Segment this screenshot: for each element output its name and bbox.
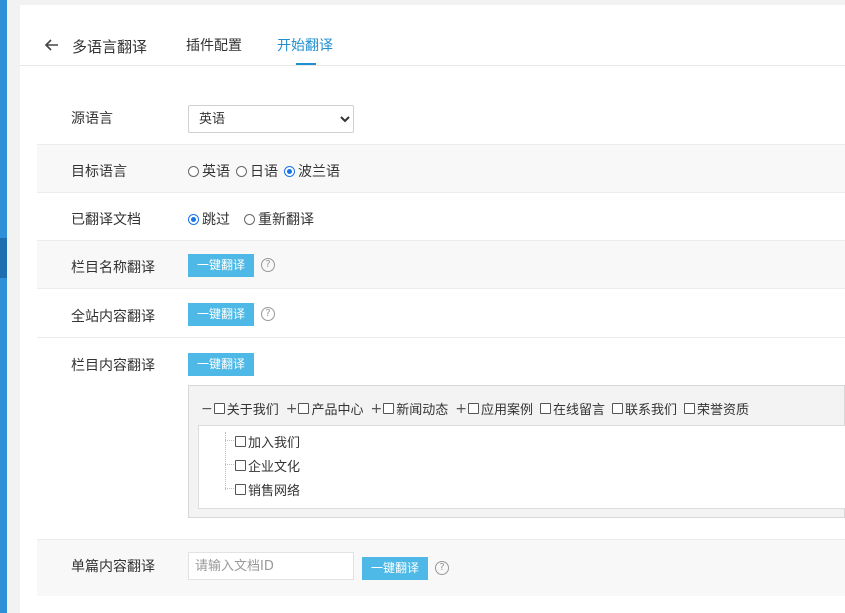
column-content-translate-button[interactable]: 一键翻译	[188, 353, 255, 376]
radio-polish-label: 波兰语	[298, 164, 340, 180]
tree-child-label: 销售网络	[248, 484, 301, 499]
tree-checkbox[interactable]	[383, 403, 395, 414]
row-source-language: 源语言 英语	[37, 97, 845, 144]
tree-node-about[interactable]: − 关于我们	[201, 399, 279, 419]
column-name-translate-button[interactable]: 一键翻译	[188, 254, 255, 277]
tree-child-sales[interactable]: 销售网络	[235, 480, 300, 499]
translated-option-skip[interactable]: 跳过	[188, 209, 230, 229]
row-site-content: 全站内容翻译 一键翻译 ?	[37, 288, 845, 338]
plus-icon[interactable]: +	[371, 401, 383, 417]
tree-node-label: 在线留言	[553, 403, 606, 418]
radio-japanese-label: 日语	[250, 164, 278, 180]
tree-checkbox[interactable]	[235, 460, 246, 471]
tree-child-join-us[interactable]: 加入我们	[235, 432, 300, 451]
tree-child-culture[interactable]: 企业文化	[235, 456, 300, 475]
radio-skip-label: 跳过	[202, 212, 230, 228]
source-language-label: 源语言	[71, 111, 113, 127]
radio-polish[interactable]	[284, 165, 295, 177]
tree-top-level: − 关于我们 + 产品中心 + 新闻动态 + 应用案例 在线留言 联系我们 荣誉…	[201, 399, 756, 419]
radio-japanese[interactable]	[236, 165, 247, 177]
translated-option-retranslate[interactable]: 重新翻译	[244, 209, 314, 229]
tree-node-label: 产品中心	[311, 403, 364, 418]
question-circle-icon[interactable]: ?	[261, 258, 275, 272]
target-option-polish[interactable]: 波兰语	[284, 161, 340, 181]
tree-node-honors[interactable]: 荣誉资质	[684, 399, 749, 418]
app-sidebar-strip	[0, 0, 7, 613]
radio-retranslate[interactable]	[244, 213, 255, 225]
target-option-english[interactable]: 英语	[188, 161, 230, 181]
column-tree: − 关于我们 + 产品中心 + 新闻动态 + 应用案例 在线留言 联系我们 荣誉…	[188, 385, 845, 518]
radio-english-label: 英语	[202, 164, 230, 180]
tree-node-label: 荣誉资质	[697, 403, 750, 418]
tree-child-label: 加入我们	[248, 436, 301, 451]
tree-connector	[225, 488, 234, 489]
tree-node-label: 新闻动态	[396, 403, 449, 418]
single-content-label: 单篇内容翻译	[71, 559, 155, 575]
single-content-translate-button[interactable]: 一键翻译	[362, 557, 429, 580]
row-column-name: 栏目名称翻译 一键翻译 ?	[37, 240, 845, 289]
document-id-input[interactable]	[188, 552, 354, 580]
row-column-content: 栏目内容翻译 一键翻译 − 关于我们 + 产品中心 + 新闻动态 + 应用案例 …	[37, 337, 845, 540]
tree-node-news[interactable]: + 新闻动态	[371, 399, 449, 419]
tree-checkbox[interactable]	[235, 436, 246, 447]
tree-checkbox[interactable]	[213, 403, 225, 414]
column-content-label: 栏目内容翻译	[71, 358, 155, 374]
tree-checkbox[interactable]	[235, 484, 246, 495]
row-target-language: 目标语言 英语 日语 波兰语	[37, 144, 845, 193]
tree-node-label: 联系我们	[625, 403, 678, 418]
question-circle-icon[interactable]: ?	[435, 561, 449, 575]
radio-skip[interactable]	[188, 213, 199, 225]
site-content-label: 全站内容翻译	[71, 309, 155, 325]
plus-icon[interactable]: +	[455, 401, 467, 417]
row-translated-docs: 已翻译文档 跳过 重新翻译	[37, 192, 845, 241]
row-single-content: 单篇内容翻译 一键翻译 ?	[37, 539, 845, 596]
target-language-label: 目标语言	[71, 164, 127, 180]
target-option-japanese[interactable]: 日语	[236, 161, 278, 181]
tree-checkbox[interactable]	[612, 403, 624, 414]
translated-docs-label: 已翻译文档	[71, 212, 141, 228]
active-tab-indicator	[296, 63, 316, 65]
column-name-label: 栏目名称翻译	[71, 260, 155, 276]
tree-checkbox[interactable]	[540, 403, 551, 414]
tree-connector	[225, 464, 234, 465]
main-panel: 多语言翻译 插件配置 开始翻译 源语言 英语 目标语言 英语 日语 波兰语 已翻…	[20, 5, 845, 613]
sidebar-active-marker	[0, 238, 7, 278]
page-title: 多语言翻译	[72, 38, 148, 56]
tree-node-products[interactable]: + 产品中心	[286, 399, 364, 419]
tab-plugin-config[interactable]: 插件配置	[186, 35, 242, 55]
tree-connector	[225, 440, 234, 441]
source-language-select[interactable]: 英语	[188, 105, 354, 133]
plus-icon[interactable]: +	[286, 401, 298, 417]
tree-children-panel: 加入我们 企业文化 销售网络	[198, 425, 845, 509]
tree-node-cases[interactable]: + 应用案例	[455, 399, 533, 419]
arrow-left-icon[interactable]	[42, 35, 62, 55]
tree-checkbox[interactable]	[467, 403, 479, 414]
tree-node-message[interactable]: 在线留言	[540, 399, 605, 418]
radio-english[interactable]	[188, 165, 199, 177]
tree-node-label: 关于我们	[226, 403, 279, 418]
radio-retranslate-label: 重新翻译	[258, 212, 314, 228]
tab-start-translate[interactable]: 开始翻译	[277, 35, 333, 55]
minus-icon[interactable]: −	[201, 401, 213, 417]
tree-node-contact[interactable]: 联系我们	[612, 399, 677, 418]
tree-node-label: 应用案例	[480, 403, 533, 418]
tree-checkbox[interactable]	[684, 403, 696, 414]
tree-child-label: 企业文化	[248, 460, 301, 475]
question-circle-icon[interactable]: ?	[261, 307, 275, 321]
tree-checkbox[interactable]	[298, 403, 310, 414]
page-header: 多语言翻译 插件配置 开始翻译	[20, 5, 845, 66]
site-content-translate-button[interactable]: 一键翻译	[188, 303, 255, 326]
